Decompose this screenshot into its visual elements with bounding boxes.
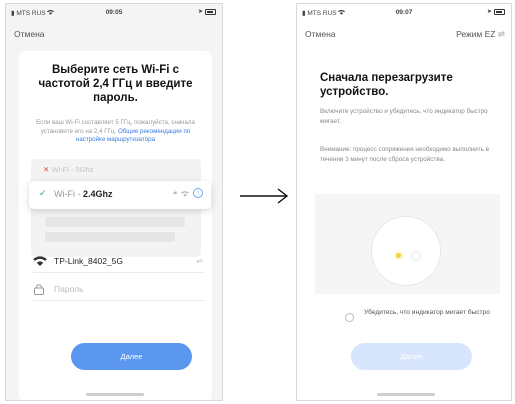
cancel-link[interactable]: Отмена (305, 29, 336, 39)
password-placeholder: Пароль (54, 284, 84, 294)
divider (33, 272, 205, 273)
check-icon: ✓ (39, 188, 47, 198)
confirm-blink-label: Убедитесь, что индикатор мигает быстро (364, 309, 490, 316)
battery-icon (494, 8, 505, 15)
wifi-option-24ghz-label: Wi-Fi - 2.4Ghz (54, 189, 113, 199)
warning-text: Внимание: процесс сопряжения необходимо … (320, 146, 490, 163)
status-bar: ▮ MTS RUS 09:05 ➤ (6, 4, 222, 20)
home-indicator (377, 393, 435, 396)
info-icon[interactable]: i (193, 188, 203, 198)
device-illustration (315, 194, 500, 294)
placeholder-bar (45, 232, 175, 242)
page-title: Выберите сеть Wi-Fi с частотой 2,4 ГГц и… (38, 64, 193, 104)
wifi-prefix: Wi-Fi - (54, 189, 83, 199)
wifi-option-5ghz: ✕ Wi-Fi - 5Ghz (31, 165, 201, 174)
wifi-card: Выберите сеть Wi-Fi с частотой 2,4 ГГц и… (19, 51, 212, 400)
menu-lines-icon: ⇌ (497, 29, 505, 39)
wifi-band: 2.4Ghz (83, 189, 113, 199)
phone-screen-wifi-select: ▮ MTS RUS 09:05 ➤ Отмена Выберите сеть W… (5, 3, 223, 401)
indicator-light (396, 253, 401, 258)
status-bar: ▮ MTS RUS 09:07 ➤ (297, 4, 511, 20)
location-arrow-icon: ➤ (197, 9, 203, 15)
device-image (371, 216, 441, 286)
cancel-link[interactable]: Отмена (14, 29, 45, 39)
home-indicator (86, 393, 144, 396)
placeholder-bar (45, 217, 185, 227)
next-button-disabled[interactable]: Далее (351, 343, 472, 370)
status-right: ➤ (198, 8, 216, 15)
menu-lines-icon[interactable]: ⇌ (196, 256, 203, 265)
reset-button-icon (411, 251, 421, 261)
page-title: Сначала перезагрузите устройство. (320, 72, 453, 98)
radio-icon[interactable] (345, 313, 354, 322)
lock-icon (34, 284, 44, 295)
right-arrow-icon (240, 188, 289, 204)
status-right: ➤ (487, 8, 505, 15)
divider (33, 300, 205, 301)
battery-icon (205, 8, 216, 15)
lock-icon: 🔒︎ (173, 189, 177, 196)
instruction-text: Включите устройство и убедитесь, что инд… (320, 108, 488, 125)
wifi-option-24ghz[interactable]: ✓ Wi-Fi - 2.4Ghz 🔒︎ i (29, 181, 211, 209)
ez-mode-label: Режим EZ (456, 29, 496, 39)
ez-mode-button[interactable]: Режим EZ ⇌ (456, 29, 505, 40)
network-name-value: TP-Link_8402_5G (54, 256, 123, 266)
phone-screen-reset-device: ▮ MTS RUS 09:07 ➤ Отмена Режим EZ ⇌ Снач… (296, 3, 512, 401)
clock: 09:07 (395, 9, 413, 16)
wifi-option-icons: 🔒︎ i (173, 188, 203, 198)
location-arrow-icon: ➤ (486, 9, 492, 15)
wifi-icon (33, 256, 47, 266)
next-button[interactable]: Далее (71, 343, 192, 370)
wifi-icon (181, 190, 189, 197)
close-icon: ✕ (43, 165, 50, 174)
clock: 09:05 (105, 9, 123, 16)
wifi-option-5ghz-label: Wi-Fi - 5Ghz (51, 165, 94, 174)
subtitle: Если ваш Wi-Fi составляет 5 ГГц, пожалуй… (27, 119, 204, 145)
